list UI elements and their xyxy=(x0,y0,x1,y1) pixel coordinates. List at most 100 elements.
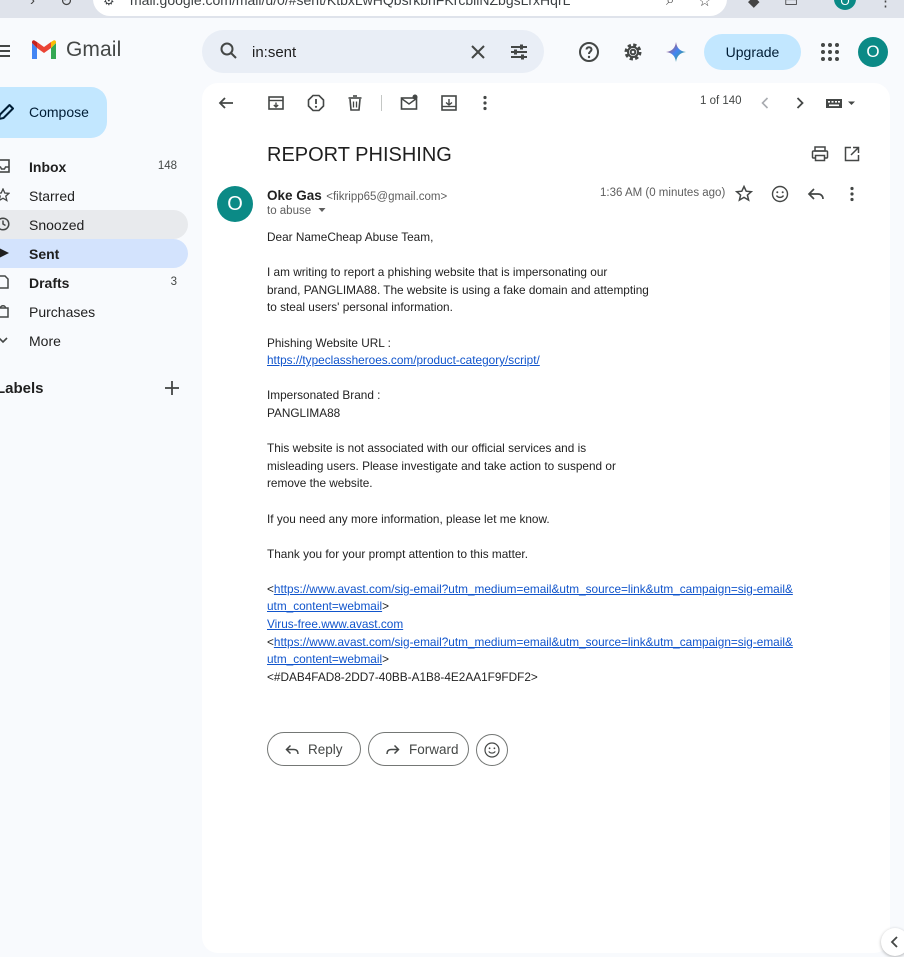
smiley-icon xyxy=(484,742,500,758)
emoji-reaction-button[interactable] xyxy=(476,734,508,766)
reply-label: Reply xyxy=(308,742,343,757)
account-avatar[interactable]: O xyxy=(858,37,888,67)
zoom-icon[interactable]: ⌕ xyxy=(666,0,674,9)
sidebar-item-sent[interactable]: Sent xyxy=(0,239,188,268)
chevron-down-icon xyxy=(0,337,8,344)
forward-button[interactable]: Forward xyxy=(368,732,469,766)
recipient-text: to abuse xyxy=(267,205,312,217)
gemini-sparkle-icon[interactable] xyxy=(664,40,688,64)
chevron-left-icon[interactable] xyxy=(755,93,775,113)
inbox-icon xyxy=(0,159,10,173)
delete-trash-icon[interactable] xyxy=(345,93,365,113)
virus-free-link[interactable]: Virus-free.www.avast.com xyxy=(267,617,403,631)
email-subject: REPORT PHISHING xyxy=(267,144,452,166)
extension-icon[interactable]: ◆ xyxy=(748,0,760,10)
sender-name[interactable]: Oke Gas xyxy=(267,188,322,203)
report-spam-icon[interactable] xyxy=(306,93,326,113)
search-options-icon[interactable] xyxy=(508,41,530,63)
sender-email: <fikripp65@gmail.com> xyxy=(326,191,448,203)
pencil-icon xyxy=(0,104,14,120)
avast-link[interactable]: https://www.avast.com/sig-email?utm_medi… xyxy=(274,582,793,596)
body-line: Thank you for your prompt attention to t… xyxy=(267,546,528,561)
draft-count: 3 xyxy=(170,276,177,288)
browser-bar: › ↻ ⚙ mail.google.com/mail/u/0/#sent/Ktb… xyxy=(0,0,904,18)
print-icon[interactable] xyxy=(810,144,830,164)
sidebar-item-purchases[interactable]: Purchases xyxy=(0,297,188,326)
caret-down-icon[interactable] xyxy=(317,206,327,214)
sidebar-item-snoozed[interactable]: Snoozed xyxy=(0,210,188,239)
body-line: Phishing Website URL : xyxy=(267,335,391,350)
forward-label: Forward xyxy=(409,742,459,757)
star-icon xyxy=(0,188,10,202)
clock-icon xyxy=(0,217,10,231)
settings-gear-icon[interactable] xyxy=(621,40,645,64)
open-new-window-icon[interactable] xyxy=(842,144,862,164)
phishing-url-link[interactable]: https://typeclassheroes.com/product-cate… xyxy=(267,353,540,367)
labels-heading: Labels xyxy=(0,380,44,397)
send-icon xyxy=(0,248,9,258)
email-body: Dear NameCheap Abuse Team, I am writing … xyxy=(267,229,827,686)
body-line: PANGLIMA88 xyxy=(267,405,341,420)
forward-icon xyxy=(386,744,400,755)
recipient-details[interactable]: to abuse xyxy=(267,205,327,217)
back-arrow-icon[interactable] xyxy=(216,93,236,113)
search-input[interactable] xyxy=(252,41,452,63)
avast-link[interactable]: https://www.avast.com/sig-email?utm_medi… xyxy=(274,635,793,649)
reload-icon[interactable]: ↻ xyxy=(60,0,73,10)
pagination-text: 1 of 140 xyxy=(700,95,742,107)
reply-button[interactable]: Reply xyxy=(267,732,361,766)
clear-search-icon[interactable] xyxy=(467,41,489,63)
sidebar-item-label: Inbox xyxy=(29,159,67,175)
star-outline-icon[interactable] xyxy=(734,184,754,204)
sidebar-item-inbox[interactable]: Inbox 148 xyxy=(0,152,188,181)
sidebar-item-drafts[interactable]: Drafts 3 xyxy=(0,268,188,297)
search-icon[interactable] xyxy=(219,41,239,61)
sidebar-item-label: More xyxy=(29,333,61,349)
add-label-icon[interactable] xyxy=(163,379,181,397)
sender-info: Oke Gas <fikripp65@gmail.com> xyxy=(267,187,447,205)
share-icon[interactable]: ▭ xyxy=(784,0,798,10)
toolbar-divider xyxy=(381,95,382,111)
url-text[interactable]: mail.google.com/mail/u/0/#sent/KtbxLwHQb… xyxy=(130,0,570,8)
side-panel-toggle[interactable] xyxy=(881,928,904,956)
more-vert-icon[interactable] xyxy=(475,93,495,113)
body-line: If you need any more information, please… xyxy=(267,511,550,526)
sidebar-item-more[interactable]: More xyxy=(0,326,188,355)
reply-icon xyxy=(285,744,299,755)
sender-avatar[interactable]: O xyxy=(217,186,253,222)
signature-line: <https://www.avast.com/sig-email?utm_med… xyxy=(267,581,793,596)
body-line: remove the website. xyxy=(267,476,373,491)
browser-menu-icon[interactable]: ⋮ xyxy=(878,0,893,10)
sidebar-nav: Inbox 148 Starred Snoozed Sent Drafts 3 … xyxy=(0,152,188,355)
move-to-icon[interactable] xyxy=(439,93,459,113)
email-timestamp: 1:36 AM (0 minutes ago) xyxy=(600,187,726,199)
input-tools-keyboard-icon[interactable] xyxy=(824,93,858,113)
site-info-icon[interactable]: ⚙ xyxy=(103,0,115,9)
gmail-logo[interactable]: Gmail xyxy=(30,38,121,62)
main-menu-icon[interactable] xyxy=(0,40,14,62)
signature-line: utm_content=webmail> xyxy=(267,599,389,614)
browser-profile-avatar[interactable]: O xyxy=(834,0,856,10)
search-bar[interactable] xyxy=(202,30,544,73)
compose-button[interactable]: Compose xyxy=(0,87,107,138)
chevron-right-icon[interactable] xyxy=(790,93,810,113)
chevron-left-icon xyxy=(890,936,898,948)
message-more-icon[interactable] xyxy=(842,184,862,204)
apps-grid-icon[interactable] xyxy=(818,40,842,64)
upgrade-button[interactable]: Upgrade xyxy=(704,34,801,70)
body-line: Dear NameCheap Abuse Team, xyxy=(267,230,434,244)
reply-arrow-icon[interactable] xyxy=(806,184,826,204)
signature-id: <#DAB4FAD8-2DD7-40BB-A1B8-4E2AA1F9FDF2> xyxy=(267,669,538,684)
avast-link[interactable]: utm_content=webmail xyxy=(267,652,382,666)
sidebar-item-label: Sent xyxy=(29,246,60,262)
archive-icon[interactable] xyxy=(266,93,286,113)
forward-nav-icon[interactable]: › xyxy=(30,0,35,9)
sidebar-item-label: Starred xyxy=(29,188,75,204)
emoji-react-icon[interactable] xyxy=(770,184,790,204)
avast-link[interactable]: utm_content=webmail xyxy=(267,599,382,613)
help-icon[interactable] xyxy=(577,40,601,64)
mark-unread-icon[interactable] xyxy=(399,93,419,113)
sidebar-item-starred[interactable]: Starred xyxy=(0,181,188,210)
shopping-bag-icon xyxy=(0,305,9,318)
bookmark-star-icon[interactable]: ☆ xyxy=(698,0,711,10)
